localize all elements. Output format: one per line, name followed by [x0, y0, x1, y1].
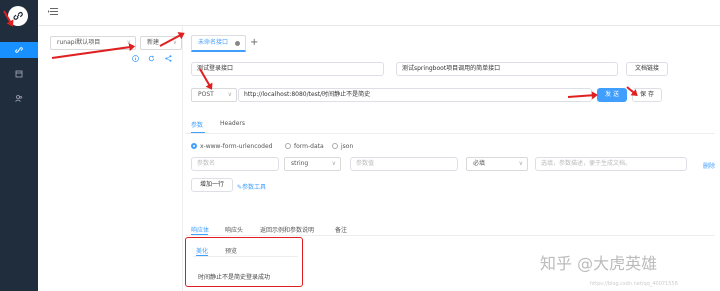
request-tabs-divider [185, 133, 715, 134]
param-description-input[interactable]: 选填，参数描述，便于生成文档。 [535, 157, 687, 171]
add-tab-plus-icon[interactable]: + [250, 37, 258, 48]
doc-link-button[interactable]: 文档链接 [626, 62, 668, 76]
response-tabs-divider [185, 235, 715, 236]
radio-label: x-www-form-urlencoded [200, 143, 273, 150]
watermark-url: https://blog.csdn.net/qq_40071558 [590, 281, 678, 287]
nav-doc-icon[interactable] [0, 66, 38, 82]
param-delete-link[interactable]: 删除 [703, 161, 715, 170]
param-tools-label: 参数工具 [242, 184, 267, 191]
new-button-label: 新建 [147, 39, 160, 46]
radio-icon [332, 143, 338, 149]
chevron-down-icon: ∨ [331, 160, 336, 167]
nav-api-link-icon[interactable] [0, 42, 38, 58]
api-name-input[interactable]: 测试登录接口 [191, 62, 384, 76]
param-name-input[interactable]: 参数名 [191, 157, 279, 171]
radio-label: form-data [294, 143, 324, 150]
radio-icon [285, 143, 291, 149]
menu-toggle-icon[interactable] [48, 7, 58, 18]
tab-status-dot-icon[interactable] [235, 41, 240, 46]
nav-team-icon[interactable] [0, 90, 38, 106]
chevron-down-icon: ∨ [227, 91, 232, 98]
param-value-input[interactable]: 参数值 [350, 157, 458, 171]
tab-response-header[interactable]: 响应头 [225, 225, 243, 234]
tab-params[interactable]: 参数 [191, 120, 203, 129]
url-input[interactable]: http://localhost:8080/test/时间静止不是简史 [238, 88, 592, 102]
tab-response-body[interactable]: 响应体 [191, 225, 209, 234]
radio-x-www-form-urlencoded[interactable]: x-www-form-urlencoded [191, 143, 272, 150]
api-description-input[interactable]: 测试springboot项目调用的简单接口 [396, 62, 618, 76]
share-icon[interactable] [165, 55, 172, 64]
info-icon[interactable] [132, 55, 139, 64]
tab-headers[interactable]: Headers [220, 120, 245, 127]
param-tools-link[interactable]: ✎参数工具 [237, 182, 266, 191]
tab-response-examples[interactable]: 返回示例和参数说明 [260, 225, 314, 234]
watermark: 知乎 @大虎英雄 [540, 254, 658, 273]
response-highlight-box [185, 237, 303, 287]
param-required-value: 必填 [473, 160, 486, 167]
radio-form-data[interactable]: form-data [285, 143, 324, 150]
method-select[interactable]: POST ∨ [191, 88, 237, 102]
project-panel [38, 26, 183, 291]
project-select-value: runapi默认项目 [57, 39, 101, 46]
top-bar [38, 0, 720, 26]
param-type-select[interactable]: string ∨ [284, 157, 341, 171]
tab-response-notes[interactable]: 备注 [335, 225, 347, 234]
chevron-down-icon: ∨ [518, 160, 523, 167]
param-type-value: string [291, 160, 309, 167]
method-select-value: POST [198, 91, 214, 98]
refresh-icon[interactable] [148, 55, 155, 64]
tab-label: 未命名接口 [198, 39, 229, 46]
add-row-button[interactable]: 增加一行 [191, 178, 233, 192]
send-button[interactable]: 发 送 [597, 88, 627, 102]
tab-unnamed-api[interactable]: 未命名接口 [191, 35, 246, 52]
param-required-select[interactable]: 必填 ∨ [466, 157, 528, 171]
left-rail [0, 0, 38, 291]
radio-label: json [341, 143, 354, 150]
radio-json[interactable]: json [332, 143, 353, 150]
radio-selected-icon [191, 143, 197, 149]
